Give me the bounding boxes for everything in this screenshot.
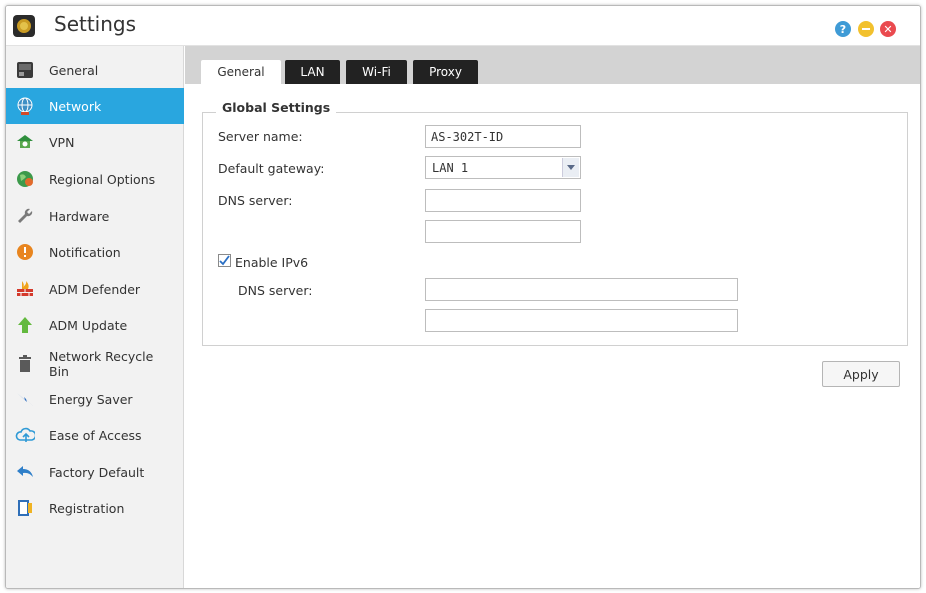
sidebar-item-label: Ease of Access bbox=[49, 427, 142, 443]
sidebar-item-ease-of-access[interactable]: Ease of Access bbox=[6, 417, 184, 453]
sidebar-item-label: VPN bbox=[49, 134, 75, 150]
registration-icon bbox=[15, 498, 35, 518]
window-title: Settings bbox=[54, 12, 137, 36]
tab-lan[interactable]: LAN bbox=[285, 60, 340, 84]
sidebar-item-label: Network bbox=[49, 98, 102, 114]
sidebar-item-adm-defender[interactable]: ADM Defender bbox=[6, 271, 184, 307]
chevron-down-icon bbox=[562, 158, 579, 177]
sidebar-item-label: Network Recycle Bin bbox=[49, 349, 154, 379]
enable-ipv6-checkbox[interactable] bbox=[218, 254, 231, 267]
sidebar-item-hardware[interactable]: Hardware bbox=[6, 198, 184, 234]
sidebar-item-label: General bbox=[49, 62, 99, 78]
server-name-label: Server name: bbox=[218, 129, 303, 144]
help-button[interactable]: ? bbox=[835, 21, 851, 37]
vpn-icon bbox=[15, 132, 35, 152]
enable-ipv6-label: Enable IPv6 bbox=[235, 255, 309, 270]
sidebar-item-label: Hardware bbox=[49, 208, 110, 224]
checkmark-icon bbox=[219, 255, 230, 266]
ipv6-dns-server-input-2[interactable] bbox=[425, 309, 738, 332]
dns-server-input-1[interactable] bbox=[425, 189, 581, 212]
sidebar-item-network-recycle-bin[interactable]: Network Recycle Bin bbox=[6, 344, 184, 384]
lightning-icon bbox=[15, 389, 35, 409]
undo-arrow-icon bbox=[15, 462, 35, 482]
global-settings-legend: Global Settings bbox=[216, 100, 337, 115]
sidebar-item-label: Registration bbox=[49, 500, 125, 516]
sidebar-item-notification[interactable]: Notification bbox=[6, 234, 184, 270]
sidebar-item-network[interactable]: Network bbox=[6, 88, 184, 124]
firewall-icon bbox=[15, 279, 35, 299]
sidebar-item-general[interactable]: General bbox=[6, 52, 184, 88]
sidebar: General Network VPN Regional Options Har… bbox=[6, 46, 184, 588]
sidebar-item-label: Energy Saver bbox=[49, 391, 133, 407]
tab-bar: General LAN Wi-Fi Proxy bbox=[185, 46, 920, 84]
apply-button[interactable]: Apply bbox=[822, 361, 900, 387]
ipv6-dns-server-label: DNS server: bbox=[238, 283, 313, 298]
sidebar-item-label: Regional Options bbox=[49, 171, 156, 187]
tab-proxy[interactable]: Proxy bbox=[413, 60, 478, 84]
title-bar: Settings ? ✕ bbox=[6, 6, 920, 46]
question-icon: ? bbox=[839, 22, 847, 36]
sidebar-item-vpn[interactable]: VPN bbox=[6, 124, 184, 160]
tab-general[interactable]: General bbox=[201, 60, 281, 84]
settings-window: Settings ? ✕ General Network VPN Regiona… bbox=[5, 5, 921, 589]
tab-wifi[interactable]: Wi-Fi bbox=[346, 60, 407, 84]
general-icon bbox=[15, 60, 35, 80]
default-gateway-select[interactable]: LAN 1 bbox=[425, 156, 581, 179]
minus-icon bbox=[862, 28, 870, 30]
default-gateway-value: LAN 1 bbox=[432, 161, 469, 175]
sidebar-item-label: ADM Defender bbox=[49, 281, 141, 297]
close-button[interactable]: ✕ bbox=[880, 21, 896, 37]
sidebar-item-factory-default[interactable]: Factory Default bbox=[6, 454, 184, 490]
cloud-icon bbox=[15, 425, 35, 445]
wrench-icon bbox=[15, 206, 35, 226]
minimize-button[interactable] bbox=[858, 21, 874, 37]
sidebar-item-label: Factory Default bbox=[49, 464, 145, 480]
update-arrow-icon bbox=[15, 315, 35, 335]
alert-icon bbox=[15, 242, 35, 262]
dns-server-input-2[interactable] bbox=[425, 220, 581, 243]
sidebar-item-registration[interactable]: Registration bbox=[6, 490, 184, 526]
sidebar-item-adm-update[interactable]: ADM Update bbox=[6, 307, 184, 343]
close-icon: ✕ bbox=[883, 22, 893, 36]
server-name-input[interactable] bbox=[425, 125, 581, 148]
network-globe-icon bbox=[15, 96, 35, 116]
settings-app-icon bbox=[13, 15, 35, 37]
default-gateway-label: Default gateway: bbox=[218, 161, 325, 176]
regional-globe-icon bbox=[15, 169, 35, 189]
trash-icon bbox=[15, 354, 35, 374]
sidebar-item-label: Notification bbox=[49, 244, 121, 260]
sidebar-item-regional-options[interactable]: Regional Options bbox=[6, 161, 184, 197]
sidebar-item-label: ADM Update bbox=[49, 317, 128, 333]
sidebar-item-energy-saver[interactable]: Energy Saver bbox=[6, 381, 184, 417]
ipv6-dns-server-input-1[interactable] bbox=[425, 278, 738, 301]
dns-server-label: DNS server: bbox=[218, 193, 293, 208]
